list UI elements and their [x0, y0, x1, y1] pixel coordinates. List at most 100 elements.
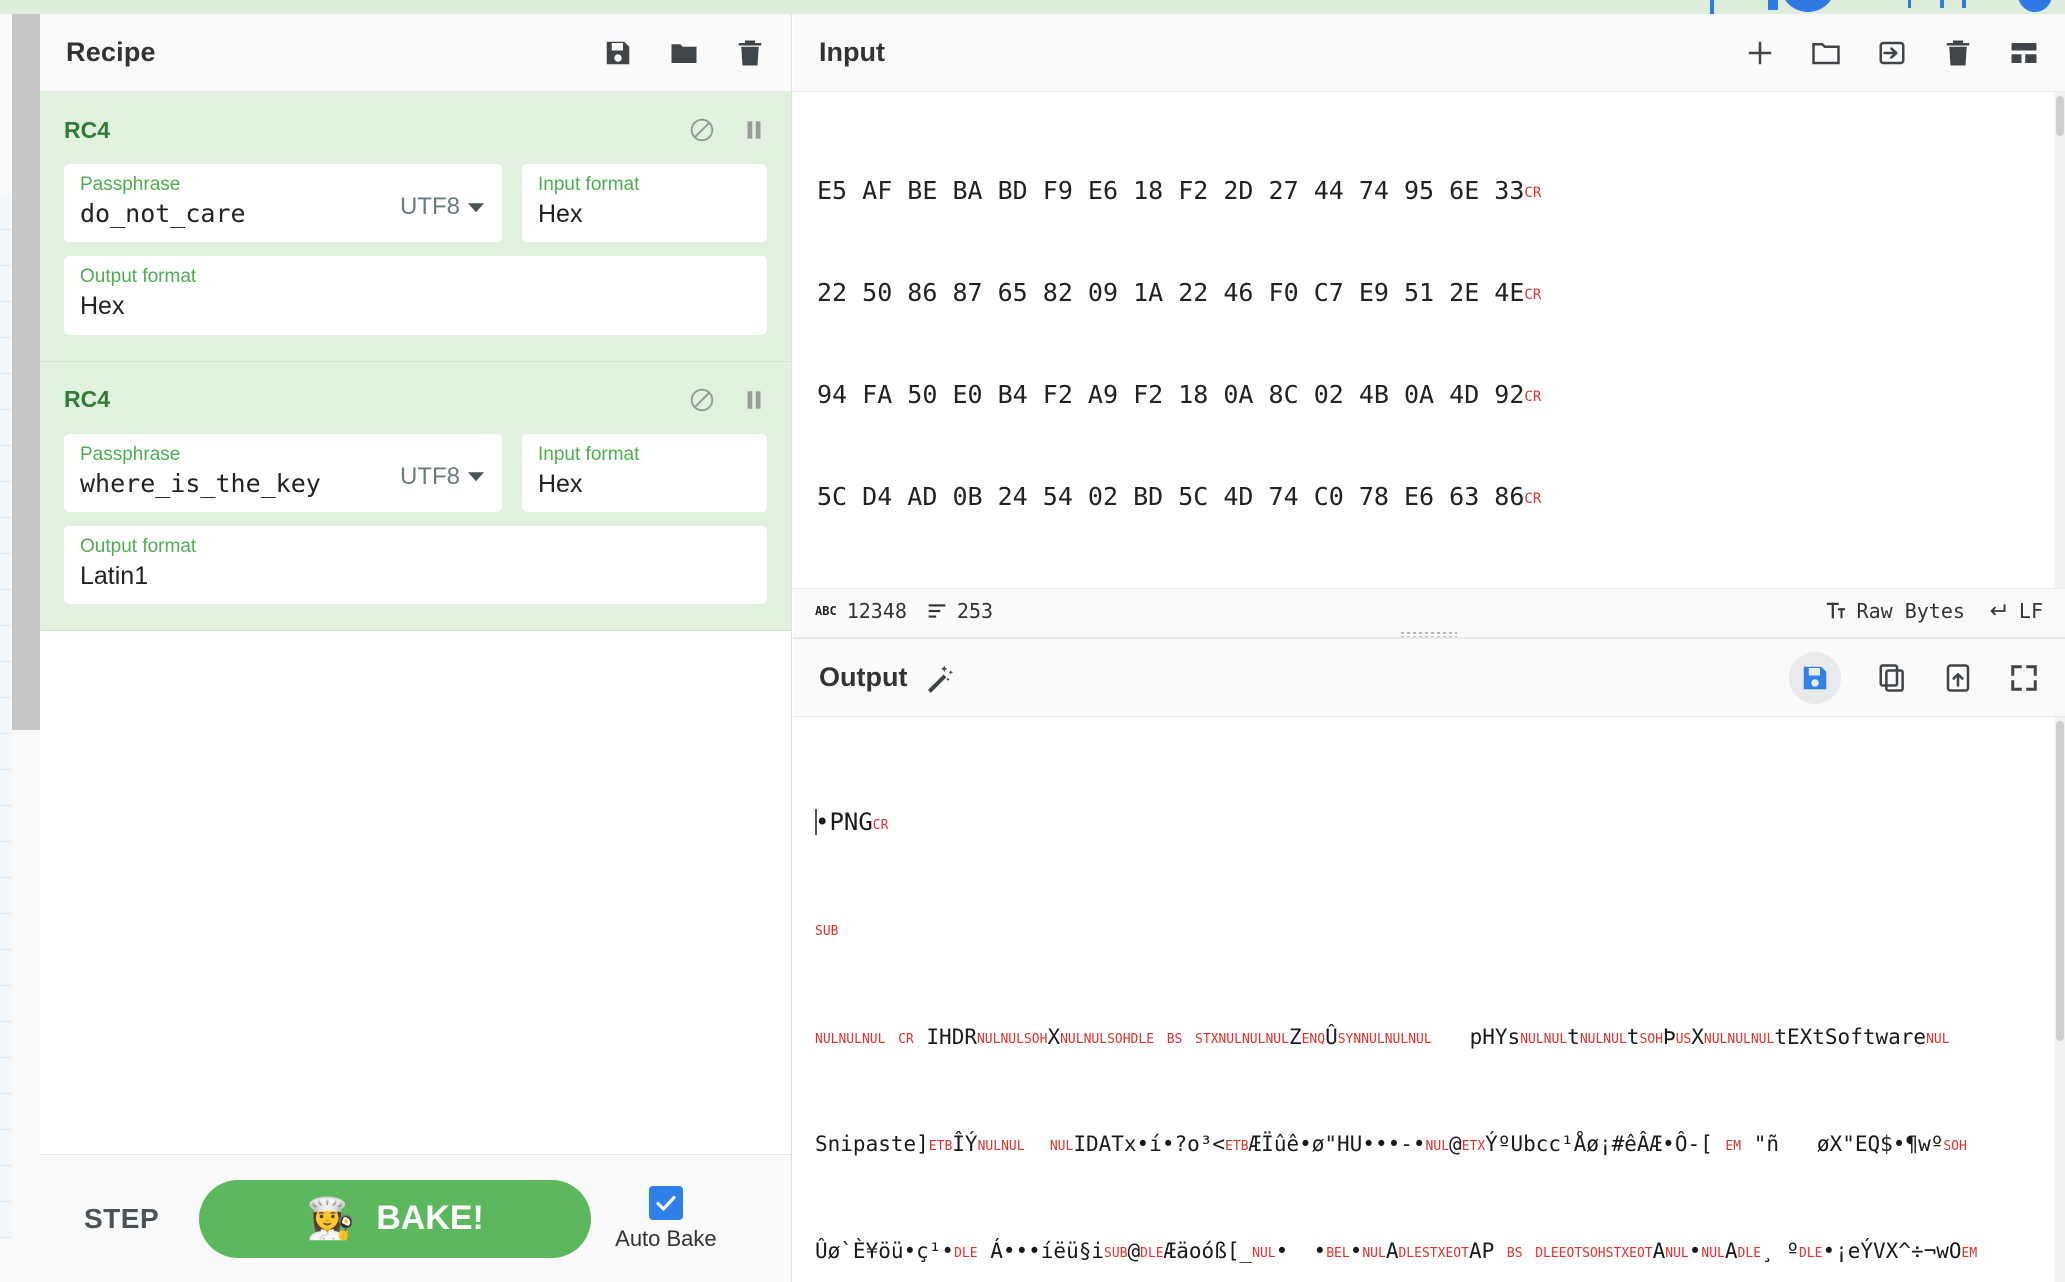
control-char-marker: NUL	[1384, 1032, 1409, 1047]
output-line-text: Snipaste]ETBÎÝNULNUL NULIDATx•í•?o³<ETBÆ…	[815, 1132, 1967, 1156]
save-icon[interactable]	[603, 38, 633, 68]
disable-operation-icon[interactable]	[689, 387, 715, 413]
recipe-operation[interactable]: RC4 Passphrase	[40, 92, 791, 362]
splitter-grip[interactable]	[1401, 632, 1457, 637]
input-charenc-group[interactable]: Raw Bytes	[1825, 599, 1965, 623]
control-char-marker: NUL	[1252, 1246, 1276, 1261]
control-char-marker: NUL	[861, 1032, 886, 1047]
control-char-marker: CR	[898, 1032, 914, 1047]
control-char-marker: STX	[1605, 1246, 1630, 1261]
operations-row	[0, 266, 12, 302]
input-hex-text[interactable]: E5 AF BE BA BD F9 E6 18 F2 2D 27 44 74 9…	[793, 108, 2065, 588]
control-char-marker: NUL	[1362, 1246, 1386, 1261]
save-output-button[interactable]	[1789, 651, 1841, 704]
operations-row	[0, 698, 12, 734]
control-char-marker: NUL	[1218, 1032, 1242, 1047]
trash-icon[interactable]	[735, 38, 765, 68]
input-editor[interactable]: E5 AF BE BA BD F9 E6 18 F2 2D 27 44 74 9…	[793, 92, 2065, 588]
control-char-marker: NUL	[815, 1032, 839, 1047]
input-format-field[interactable]: Input format Hex	[522, 164, 767, 243]
folder-icon[interactable]	[669, 38, 699, 68]
input-format-value[interactable]: Hex	[538, 198, 751, 231]
output-header: Output	[793, 639, 2065, 717]
output-header-icons	[1789, 651, 2039, 704]
output-format-field[interactable]: Output format Latin1	[64, 526, 767, 605]
output-scrollbar[interactable]	[2055, 717, 2065, 1282]
input-format-label: Input format	[538, 174, 640, 195]
magic-wand-icon[interactable]	[923, 661, 957, 695]
control-char-marker: SOH	[1107, 1032, 1131, 1047]
input-eol-group[interactable]: LF	[1985, 599, 2043, 623]
operations-row	[0, 1202, 12, 1238]
auto-bake-toggle[interactable]: Auto Bake	[615, 1185, 717, 1252]
input-line-text: 22 50 86 87 65 82 09 1A 22 46 F0 C7 E9 5…	[817, 278, 1525, 307]
recipe-header-icons	[603, 38, 765, 68]
breakpoint-pause-icon[interactable]	[741, 117, 767, 143]
chevron-down-icon	[468, 472, 484, 482]
replace-input-icon[interactable]	[1943, 663, 1973, 693]
control-char-marker: ENQ	[1301, 1032, 1326, 1047]
control-char-marker: DLE	[1798, 1246, 1823, 1261]
control-char-marker: NUL	[1579, 1032, 1604, 1047]
tab-layout-icon[interactable]	[2009, 38, 2039, 68]
bake-button[interactable]: 👩‍🍳 BAKE!	[199, 1179, 592, 1258]
bake-button-label: BAKE!	[376, 1199, 484, 1237]
control-char-marker: DLE	[1398, 1246, 1422, 1261]
operations-row	[0, 446, 12, 482]
passphrase-encoding-value: UTF8	[400, 193, 460, 221]
input-format-field[interactable]: Input format Hex	[522, 433, 767, 513]
operations-row	[0, 950, 12, 986]
operations-row	[0, 1094, 12, 1130]
open-file-as-input-icon[interactable]	[1877, 38, 1907, 68]
io-splitter[interactable]	[793, 632, 2065, 638]
maximise-icon[interactable]	[2009, 663, 2039, 693]
recipe-operation-list[interactable]: RC4 Passphrase do_not_care UTF8 Input fo…	[40, 92, 791, 1154]
input-format-value[interactable]: Hex	[538, 468, 751, 501]
operations-row	[0, 806, 12, 842]
operation-title: RC4	[64, 386, 111, 413]
banner-bit-5	[1962, 0, 1966, 8]
passphrase-encoding-select[interactable]: UTF8	[400, 193, 484, 221]
control-char-marker: NUL	[1926, 1032, 1950, 1047]
operations-scrollbar-thumb[interactable]	[12, 14, 40, 730]
output-format-value[interactable]: Hex	[80, 290, 751, 323]
passphrase-field[interactable]: Passphrase do_not_care UTF8	[64, 164, 502, 243]
control-char-marker: EOT	[1558, 1246, 1583, 1261]
trash-icon[interactable]	[1943, 38, 1973, 68]
control-char-marker: DLE	[1130, 1032, 1155, 1047]
folder-icon[interactable]	[1811, 38, 1841, 68]
operations-scrollbar[interactable]	[12, 14, 40, 1282]
input-format-label: Input format	[538, 443, 640, 465]
output-format-field[interactable]: Output format Hex	[64, 256, 767, 335]
operations-row	[0, 1130, 12, 1166]
output-line-text: Ûø`È¥öü•ç¹•DLE Á•••íëü§iSUB@DLEÆäoóß[_NU…	[815, 1239, 1978, 1263]
input-scrollbar[interactable]	[2055, 92, 2065, 588]
disable-operation-icon[interactable]	[689, 117, 715, 143]
output-editor[interactable]: •PNGCR SUB NULNULNUL CR IHDRNULNULSOHXNU…	[793, 717, 2065, 1282]
breakpoint-pause-icon[interactable]	[741, 387, 767, 413]
operations-row	[0, 482, 12, 518]
auto-bake-checkbox[interactable]	[648, 1185, 683, 1220]
output-line-text: •PNGCR	[815, 808, 889, 836]
step-button[interactable]: STEP	[68, 1193, 175, 1245]
output-scrollbar-thumb[interactable]	[2056, 721, 2064, 1041]
output-pane: Output •PNGCR SUB NULNULNUL CR IHDRNULNU…	[793, 639, 2065, 1282]
line-ending-marker: CR	[1524, 185, 1542, 201]
copy-output-icon[interactable]	[1877, 663, 1907, 693]
control-char-marker: US	[1675, 1032, 1692, 1047]
control-char-marker: BS	[1506, 1246, 1523, 1261]
operations-row	[0, 14, 12, 194]
operations-row	[0, 662, 12, 698]
output-format-value[interactable]: Latin1	[80, 560, 751, 593]
input-line-text: 5C D4 AD 0B 24 54 02 BD 5C 4D 74 C0 78 E…	[817, 482, 1525, 511]
recipe-operation[interactable]: RC4 Passphrase	[40, 361, 791, 632]
add-tab-icon[interactable]	[1745, 38, 1775, 68]
input-scrollbar-thumb[interactable]	[2056, 96, 2064, 136]
control-char-marker: ETB	[928, 1139, 953, 1154]
input-pane: Input E5 AF BE BA BD F9 E6 18 F2 2D 27 4…	[793, 14, 2065, 639]
operations-row	[0, 590, 12, 626]
control-char-marker: SUB	[1104, 1246, 1128, 1261]
passphrase-encoding-select[interactable]: UTF8	[400, 463, 484, 491]
output-text[interactable]: •PNGCR SUB NULNULNUL CR IHDRNULNULSOHXNU…	[793, 735, 2065, 1282]
passphrase-field[interactable]: Passphrase where_is_the_key UTF8	[64, 433, 502, 513]
